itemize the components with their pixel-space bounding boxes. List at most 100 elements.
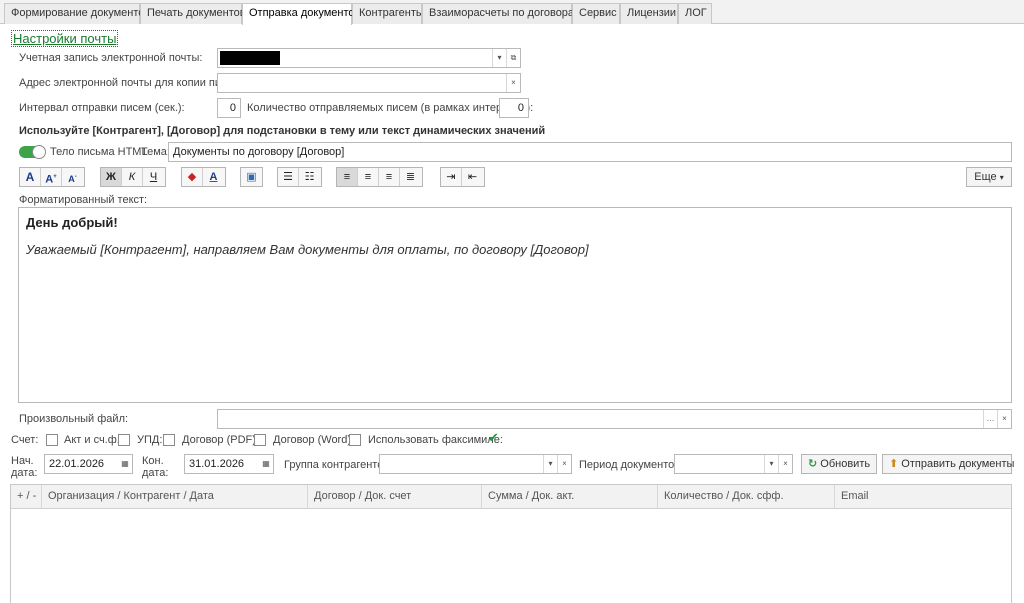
background-color-icon[interactable]: ◆ bbox=[182, 168, 203, 186]
indent-group: ⇥ ⇤ bbox=[440, 167, 485, 187]
custom-file-label: Произвольный файл: bbox=[19, 413, 129, 425]
tab-send-documents[interactable]: Отправка документов bbox=[242, 3, 360, 25]
indent-decrease-icon[interactable]: ⇤ bbox=[462, 168, 483, 186]
redacted-value bbox=[220, 51, 280, 65]
numbered-list-icon[interactable]: ☷ bbox=[299, 168, 320, 186]
upd-label: УПД: bbox=[137, 434, 163, 446]
calendar-icon[interactable]: ▦ bbox=[259, 455, 273, 473]
tab-service[interactable]: Сервис bbox=[572, 3, 620, 24]
dogovor-word-label: Договор (Word): bbox=[273, 434, 355, 446]
align-left-icon[interactable]: ≡ bbox=[337, 168, 358, 186]
toggle-knob bbox=[32, 145, 46, 159]
color-group: ◆ A bbox=[181, 167, 226, 187]
col-sum[interactable]: Сумма / Док. акт. bbox=[482, 485, 658, 509]
end-date-label: Кон. дата: bbox=[142, 455, 169, 479]
chevron-down-icon[interactable]: ▾ bbox=[543, 455, 557, 473]
open-icon[interactable]: ⧉ bbox=[506, 49, 520, 67]
email-account-select[interactable]: ▾ ⧉ bbox=[217, 48, 521, 68]
font-decrease-icon[interactable]: A- bbox=[62, 168, 83, 186]
send-documents-button[interactable]: ⬆ Отправить документы bbox=[882, 454, 1014, 474]
end-date-value: 31.01.2026 bbox=[189, 458, 245, 470]
mail-settings-link[interactable]: Настройки почты bbox=[11, 30, 119, 47]
documents-table[interactable]: + / - Организация / Контрагент / Дата До… bbox=[10, 484, 1012, 603]
col-quantity[interactable]: Количество / Док. сфф. bbox=[658, 485, 835, 509]
font-icon[interactable]: A bbox=[20, 168, 41, 186]
indent-increase-icon[interactable]: ⇥ bbox=[441, 168, 462, 186]
dynamic-values-hint: Используйте [Контрагент], [Договор] для … bbox=[19, 125, 546, 137]
upd-checkbox[interactable] bbox=[163, 434, 175, 446]
font-increase-icon[interactable]: A+ bbox=[41, 168, 62, 186]
text-color-icon[interactable]: A bbox=[203, 168, 224, 186]
tab-settlements[interactable]: Взаиморасчеты по договорам bbox=[422, 3, 582, 24]
bullet-list-icon[interactable]: ☰ bbox=[278, 168, 299, 186]
start-date-value: 22.01.2026 bbox=[49, 458, 105, 470]
interval-label: Интервал отправки писем (сек.): bbox=[19, 102, 185, 114]
facsimile-checkbox[interactable]: ✔ bbox=[488, 430, 500, 445]
chevron-down-icon: ▾ bbox=[999, 173, 1004, 182]
col-contract[interactable]: Договор / Док. счет bbox=[308, 485, 482, 509]
count-input[interactable]: 0 bbox=[499, 98, 529, 118]
col-toggle[interactable]: + / - bbox=[11, 485, 42, 509]
interval-input[interactable]: 0 bbox=[217, 98, 241, 118]
send-icon: ⬆ bbox=[889, 458, 899, 470]
more-button[interactable]: Еще ▾ bbox=[966, 167, 1012, 187]
clear-icon[interactable]: × bbox=[506, 74, 520, 92]
tab-licenses[interactable]: Лицензии bbox=[620, 3, 678, 24]
bold-icon[interactable]: Ж bbox=[101, 168, 122, 186]
text-style-group: Ж К Ч bbox=[100, 167, 166, 187]
chevron-down-icon[interactable]: ▾ bbox=[764, 455, 778, 473]
col-organization[interactable]: Организация / Контрагент / Дата bbox=[42, 485, 308, 509]
dogovor-pdf-checkbox[interactable] bbox=[254, 434, 266, 446]
custom-file-input[interactable]: … × bbox=[217, 409, 1012, 429]
clear-icon[interactable]: × bbox=[557, 455, 571, 473]
tab-print-documents[interactable]: Печать документов bbox=[140, 3, 246, 24]
editor-heading: День добрый! bbox=[26, 215, 118, 230]
doc-period-select[interactable]: ▾ × bbox=[674, 454, 793, 474]
align-right-icon[interactable]: ≡ bbox=[379, 168, 400, 186]
end-date-input[interactable]: 31.01.2026 ▦ bbox=[184, 454, 274, 474]
tab-forming-documents[interactable]: Формирование документов bbox=[4, 3, 150, 24]
contractor-group-select[interactable]: ▾ × bbox=[379, 454, 572, 474]
image-group: ▣ bbox=[240, 167, 263, 187]
align-justify-icon[interactable]: ≣ bbox=[400, 168, 421, 186]
schet-checkbox[interactable] bbox=[46, 434, 58, 446]
align-center-icon[interactable]: ≡ bbox=[358, 168, 379, 186]
formatted-text-editor[interactable]: День добрый! Уважаемый [Контрагент], нап… bbox=[18, 207, 1012, 403]
checkmark-icon: ✔ bbox=[488, 430, 499, 445]
clear-icon[interactable]: × bbox=[778, 455, 792, 473]
list-group: ☰ ☷ bbox=[277, 167, 322, 187]
align-group: ≡ ≡ ≡ ≣ bbox=[336, 167, 423, 187]
font-size-group: A A+ A- bbox=[19, 167, 85, 187]
italic-icon[interactable]: К bbox=[122, 168, 143, 186]
html-body-label: Тело письма HTML bbox=[50, 146, 148, 158]
clear-icon[interactable]: × bbox=[997, 410, 1011, 428]
schet-label: Счет: bbox=[11, 434, 39, 446]
html-body-toggle[interactable] bbox=[19, 145, 46, 159]
copy-email-input[interactable]: × bbox=[217, 73, 521, 93]
email-account-label: Учетная запись электронной почты: bbox=[19, 52, 203, 64]
tab-bar: Формирование документов Печать документо… bbox=[0, 0, 1024, 25]
insert-image-icon[interactable]: ▣ bbox=[241, 168, 262, 186]
dogovor-pdf-label: Договор (PDF): bbox=[182, 434, 259, 446]
calendar-icon[interactable]: ▦ bbox=[118, 455, 132, 473]
start-date-label: Нач. дата: bbox=[11, 455, 38, 479]
formatted-text-label: Форматированный текст: bbox=[19, 194, 148, 206]
underline-icon[interactable]: Ч bbox=[143, 168, 164, 186]
editor-body: Уважаемый [Контрагент], направляем Вам д… bbox=[26, 242, 589, 257]
refresh-button[interactable]: ↻ Обновить bbox=[801, 454, 877, 474]
dogovor-word-checkbox[interactable] bbox=[349, 434, 361, 446]
start-date-input[interactable]: 22.01.2026 ▦ bbox=[44, 454, 133, 474]
subject-label: Тема: bbox=[141, 146, 170, 158]
chevron-down-icon[interactable]: ▾ bbox=[492, 49, 506, 67]
copy-email-label: Адрес электронной почты для копии писем: bbox=[19, 77, 244, 89]
browse-icon[interactable]: … bbox=[983, 410, 997, 428]
tab-contractors[interactable]: Контрагенты bbox=[352, 3, 424, 24]
table-header: + / - Организация / Контрагент / Дата До… bbox=[11, 485, 1011, 509]
count-label: Количество отправляемых писем (в рамках … bbox=[247, 102, 534, 114]
contractor-group-label: Группа контрагентов: bbox=[284, 459, 393, 471]
akt-checkbox[interactable] bbox=[118, 434, 130, 446]
col-email[interactable]: Email bbox=[835, 485, 1011, 509]
tab-log[interactable]: ЛОГ bbox=[678, 3, 712, 24]
refresh-icon: ↻ bbox=[808, 458, 818, 470]
subject-input[interactable]: Документы по договору [Договор] bbox=[168, 142, 1012, 162]
